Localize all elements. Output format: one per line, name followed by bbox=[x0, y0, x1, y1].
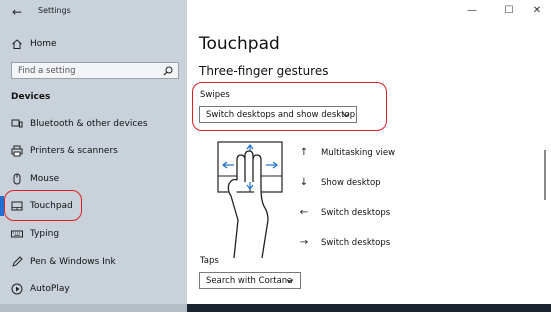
gesture-row-left: ← Switch desktops bbox=[297, 206, 417, 220]
arrow-right-icon: → bbox=[299, 237, 309, 248]
home-icon bbox=[11, 38, 23, 50]
sidebar-item-home[interactable]: Home bbox=[0, 33, 187, 55]
taskbar bbox=[187, 304, 551, 312]
arrow-up-icon: ↑ bbox=[299, 147, 309, 158]
maximize-icon: ☐ bbox=[504, 5, 514, 16]
gesture-row-down: ↓ Show desktop bbox=[297, 176, 417, 190]
maximize-button[interactable]: ☐ bbox=[500, 4, 518, 18]
highlight-circle-touchpad bbox=[4, 190, 82, 221]
minimize-button[interactable]: — bbox=[463, 4, 481, 18]
printer-icon bbox=[11, 145, 23, 157]
search-placeholder: Find a setting bbox=[18, 66, 76, 76]
page-title: Touchpad bbox=[199, 34, 280, 54]
gesture-label: Multitasking view bbox=[321, 148, 396, 158]
touchpad-gesture-illustration bbox=[217, 141, 283, 259]
sidebar-item-bluetooth[interactable]: Bluetooth & other devices bbox=[0, 113, 187, 135]
back-arrow-icon: ← bbox=[11, 5, 23, 19]
sidebar-item-label: Pen & Windows Ink bbox=[30, 257, 116, 267]
bluetooth-icon bbox=[11, 118, 23, 130]
autoplay-icon bbox=[11, 283, 23, 295]
scrollbar[interactable] bbox=[544, 150, 546, 200]
taskbar-left bbox=[0, 304, 187, 312]
close-icon: ✕ bbox=[532, 5, 542, 16]
sidebar-item-label: Mouse bbox=[30, 174, 60, 184]
titlebar: ← Settings bbox=[0, 0, 187, 24]
highlight-circle-swipes bbox=[192, 82, 387, 131]
gesture-row-right: → Switch desktops bbox=[297, 236, 417, 250]
taps-dropdown[interactable]: Search with Cortana bbox=[199, 272, 301, 289]
mouse-icon bbox=[11, 173, 23, 185]
sidebar: ← Settings Home Find a setting Devices B… bbox=[0, 0, 187, 312]
taps-dropdown-value: Search with Cortana bbox=[206, 276, 293, 286]
app-title: Settings bbox=[38, 6, 71, 15]
back-button[interactable]: ← bbox=[9, 4, 25, 20]
arrow-down-icon: ↓ bbox=[299, 177, 309, 188]
gesture-label: Switch desktops bbox=[321, 238, 391, 248]
close-button[interactable]: ✕ bbox=[528, 4, 546, 18]
search-input[interactable]: Find a setting bbox=[11, 62, 179, 79]
arrow-left-icon: ← bbox=[299, 207, 309, 218]
sidebar-item-label: Home bbox=[30, 39, 57, 49]
gesture-row-up: ↑ Multitasking view bbox=[297, 146, 417, 160]
sidebar-item-label: Typing bbox=[30, 229, 60, 239]
section-title-gestures: Three-finger gestures bbox=[199, 64, 329, 78]
sidebar-item-pen[interactable]: Pen & Windows Ink bbox=[0, 251, 187, 273]
gesture-label: Show desktop bbox=[321, 178, 381, 188]
pen-icon bbox=[11, 256, 23, 268]
section-title-devices: Devices bbox=[11, 92, 51, 102]
taps-label: Taps bbox=[200, 256, 219, 266]
sidebar-item-label: AutoPlay bbox=[30, 284, 70, 294]
sidebar-item-mouse[interactable]: Mouse bbox=[0, 168, 187, 190]
sidebar-item-autoplay[interactable]: AutoPlay bbox=[0, 278, 187, 300]
keyboard-icon bbox=[11, 228, 23, 240]
sidebar-item-typing[interactable]: Typing bbox=[0, 223, 187, 245]
sidebar-item-label: Bluetooth & other devices bbox=[30, 119, 148, 129]
sidebar-item-label: Printers & scanners bbox=[30, 146, 118, 156]
gesture-label: Switch desktops bbox=[321, 208, 391, 218]
minimize-icon: — bbox=[467, 5, 477, 16]
search-icon bbox=[163, 66, 173, 76]
sidebar-item-printers[interactable]: Printers & scanners bbox=[0, 140, 187, 162]
chevron-down-icon bbox=[286, 279, 294, 284]
